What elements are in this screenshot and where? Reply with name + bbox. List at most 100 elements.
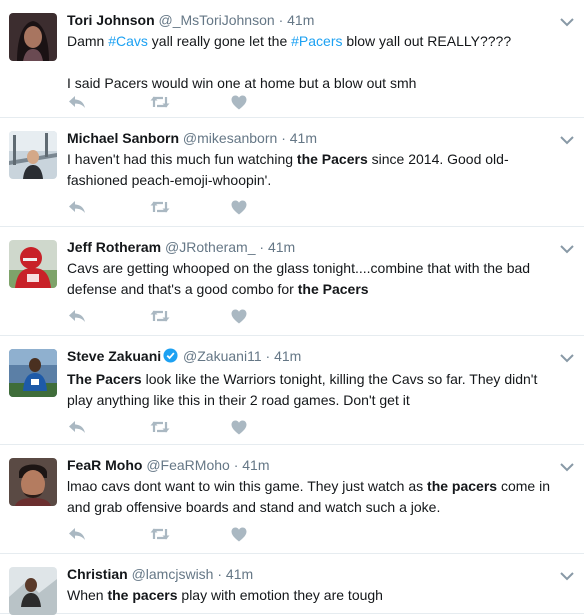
tweet-text: When the pacers play with emotion they a… [67,585,554,606]
highlighted-term: the Pacers [296,151,368,167]
tweet-card: Tori Johnson @_MsToriJohnson · 41m Damn #… [0,0,584,118]
author-name[interactable]: Steve Zakuani [67,348,161,364]
tweet-paragraph: Cavs are getting whooped on the glass to… [67,258,554,300]
text-segment: When [67,587,108,603]
retweet-icon[interactable] [150,307,170,325]
author-handle[interactable]: @FeaRMoho [146,457,229,473]
tweet-header: Michael Sanborn @mikesanborn · 41m [67,129,554,148]
author-name[interactable]: Michael Sanborn [67,130,179,146]
highlighted-term: the pacers [107,587,178,603]
separator-dot: · [233,457,239,473]
hashtag-link[interactable]: #Pacers [291,33,342,49]
chevron-down-icon[interactable] [560,459,574,472]
avatar[interactable] [9,349,57,397]
heart-icon[interactable] [229,418,249,436]
tweet-paragraph: Damn #Cavs yall really gone let the #Pac… [67,31,554,52]
highlighted-term: the Pacers [297,281,369,297]
tweet-paragraph: The Pacers look like the Warriors tonigh… [67,369,554,411]
tweet-text: lmao cavs dont want to win this game. Th… [67,476,554,518]
tweet-timestamp[interactable]: 41m [242,457,269,473]
separator-dot: · [278,12,284,28]
tweet-timestamp[interactable]: 41m [226,566,253,582]
reply-icon[interactable] [67,418,87,436]
author-name[interactable]: FeaR Moho [67,457,142,473]
tweet-timestamp[interactable]: 41m [268,239,295,255]
tweet-actions [67,197,249,217]
tweet-content: FeaR Moho @FeaRMoho · 41m lmao cavs dont … [67,456,554,518]
author-handle[interactable]: @lamcjswish [132,566,214,582]
reply-icon[interactable] [67,307,87,325]
tweet-timestamp[interactable]: 41m [290,130,317,146]
paragraph-break [67,52,554,73]
avatar[interactable] [9,567,57,615]
tweet-card: Michael Sanborn @mikesanborn · 41m I have… [0,118,584,227]
heart-icon[interactable] [229,198,249,216]
tweet-paragraph: lmao cavs dont want to win this game. Th… [67,476,554,518]
chevron-down-icon[interactable] [560,132,574,145]
text-segment: lmao cavs dont want to win this game. Th… [67,478,428,494]
avatar[interactable] [9,240,57,288]
avatar[interactable] [9,458,57,506]
separator-dot: · [265,348,271,364]
author-handle[interactable]: @mikesanborn [183,130,277,146]
heart-icon[interactable] [229,525,249,543]
text-segment: play with emotion they are tough [177,587,383,603]
tweet-actions [67,92,249,112]
tweet-actions [67,417,249,437]
heart-icon[interactable] [229,93,249,111]
author-name[interactable]: Jeff Rotheram [67,239,161,255]
text-segment: blow yall out REALLY???? [342,33,512,49]
separator-dot: · [217,566,223,582]
retweet-icon[interactable] [150,198,170,216]
tweet-paragraph: When the pacers play with emotion they a… [67,585,554,606]
hashtag-link[interactable]: #Cavs [108,33,148,49]
author-handle[interactable]: @JRotheram_ [165,239,255,255]
tweet-header: Steve Zakuani @Zakuani11 · 41m [67,347,554,368]
avatar[interactable] [9,13,57,61]
tweet-card: Christian @lamcjswish · 41m When the pace… [0,554,584,615]
author-name[interactable]: Tori Johnson [67,12,155,28]
retweet-icon[interactable] [150,525,170,543]
avatar[interactable] [9,131,57,179]
tweet-card: Steve Zakuani @Zakuani11 · 41m The Pacers… [0,336,584,445]
author-name[interactable]: Christian [67,566,128,582]
text-segment: I said Pacers would win one at home but … [67,75,417,91]
tweet-timestamp[interactable]: 41m [274,348,301,364]
tweet-content: Jeff Rotheram @JRotheram_ · 41m Cavs are … [67,238,554,300]
tweet-text: I haven't had this much fun watching the… [67,149,554,191]
tweet-header: Christian @lamcjswish · 41m [67,565,554,584]
tweet-content: Michael Sanborn @mikesanborn · 41m I have… [67,129,554,191]
separator-dot: · [281,130,286,146]
chevron-down-icon[interactable] [560,14,574,27]
chevron-down-icon[interactable] [560,350,574,363]
tweet-card: FeaR Moho @FeaRMoho · 41m lmao cavs dont … [0,445,584,554]
retweet-icon[interactable] [150,418,170,436]
tweet-text: Cavs are getting whooped on the glass to… [67,258,554,300]
tweet-timestamp[interactable]: 41m [287,12,314,28]
tweet-actions [67,524,249,544]
tweet-text: Damn #Cavs yall really gone let the #Pac… [67,31,554,94]
author-handle[interactable]: @_MsToriJohnson [159,12,275,28]
tweet-content: Christian @lamcjswish · 41m When the pace… [67,565,554,606]
tweet-paragraph: I said Pacers would win one at home but … [67,73,554,94]
text-segment: Damn [67,33,109,49]
reply-icon[interactable] [67,198,87,216]
tweet-card: Jeff Rotheram @JRotheram_ · 41m Cavs are … [0,227,584,336]
tweet-content: Tori Johnson @_MsToriJohnson · 41m Damn #… [67,11,554,94]
reply-icon[interactable] [67,93,87,111]
highlighted-term: The Pacers [67,371,142,387]
tweet-actions [67,306,249,326]
separator-dot: · [259,239,265,255]
reply-icon[interactable] [67,525,87,543]
heart-icon[interactable] [229,307,249,325]
chevron-down-icon[interactable] [560,568,574,581]
chevron-down-icon[interactable] [560,241,574,254]
text-segment: yall really gone let the [147,33,292,49]
retweet-icon[interactable] [150,93,170,111]
author-handle[interactable]: @Zakuani11 [183,348,262,364]
text-segment: I haven't had this much fun watching [67,151,297,167]
highlighted-term: the pacers [427,478,498,494]
verified-badge-icon [163,348,178,368]
tweet-header: FeaR Moho @FeaRMoho · 41m [67,456,554,475]
tweet-content: Steve Zakuani @Zakuani11 · 41m The Pacers… [67,347,554,411]
